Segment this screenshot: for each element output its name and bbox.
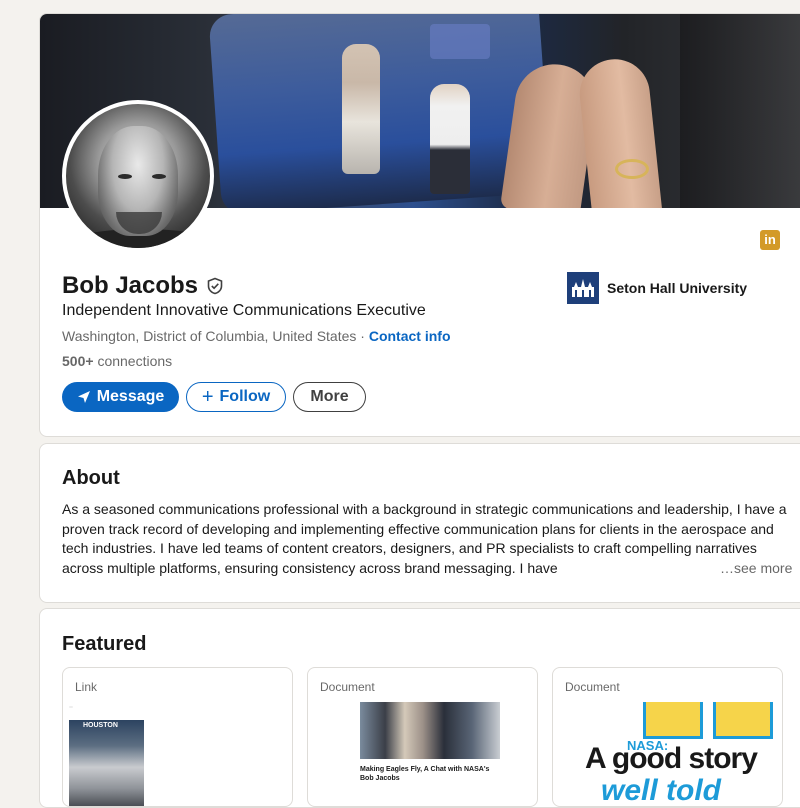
connections-label: connections (97, 353, 173, 369)
connections-link[interactable]: 500+ connections (62, 353, 172, 369)
featured-item-document[interactable]: Document Making Eagles Fly, A Chat with … (307, 667, 538, 807)
profile-card: in Bob Jacobs Independent Innovative Com… (39, 13, 800, 437)
featured-type-label: Link (75, 680, 98, 694)
plus-icon: + (201, 385, 214, 408)
more-button-label: More (310, 388, 349, 405)
document-caption: Making Eagles Fly, A Chat with NASA's Bo… (360, 766, 490, 782)
about-text: As a seasoned communications professiona… (62, 501, 787, 576)
about-title: About (62, 467, 120, 489)
featured-item-document[interactable]: Document NASA: A good story well told (552, 667, 783, 807)
location-row: Washington, District of Columbia, United… (62, 328, 451, 344)
school-name: Seton Hall University (607, 280, 748, 296)
send-icon (77, 391, 90, 403)
contact-info-link[interactable]: Contact info (369, 328, 451, 344)
follow-button[interactable]: + Follow (186, 382, 286, 412)
profile-headline: Independent Innovative Communications Ex… (62, 302, 426, 319)
featured-type-label: Document (565, 680, 620, 694)
featured-thumbnail: Making Eagles Fly, A Chat with NASA's Bo… (360, 702, 500, 806)
follow-button-label: Follow (219, 388, 271, 405)
featured-title: Featured (62, 633, 147, 655)
message-button[interactable]: Message (62, 382, 179, 412)
school-link[interactable]: Seton Hall University (567, 272, 747, 304)
linkedin-badge-icon[interactable]: in (760, 230, 780, 250)
school-logo-icon (567, 272, 599, 304)
separator: · (360, 328, 365, 344)
shield-check-icon[interactable] (206, 277, 224, 295)
featured-type-label: Document (320, 680, 375, 694)
featured-item-link[interactable]: Link HOUSTON (62, 667, 293, 807)
name-row: Bob Jacobs (62, 272, 224, 300)
document-headline: A good story (585, 742, 758, 775)
featured-thumbnail: HOUSTON (69, 706, 144, 806)
profile-location: Washington, District of Columbia, United… (62, 328, 357, 344)
featured-card: Featured Link HOUSTON Document Making Ea… (39, 608, 800, 808)
connections-count: 500+ (62, 353, 94, 369)
thumbnail-text: HOUSTON (83, 722, 118, 729)
see-more-button[interactable]: …see more (718, 560, 793, 576)
profile-avatar[interactable] (62, 100, 214, 252)
featured-thumbnail (643, 702, 773, 739)
more-button[interactable]: More (293, 382, 366, 412)
message-button-label: Message (96, 388, 165, 405)
about-card: About As a seasoned communications profe… (39, 443, 800, 603)
profile-name: Bob Jacobs (62, 272, 199, 299)
